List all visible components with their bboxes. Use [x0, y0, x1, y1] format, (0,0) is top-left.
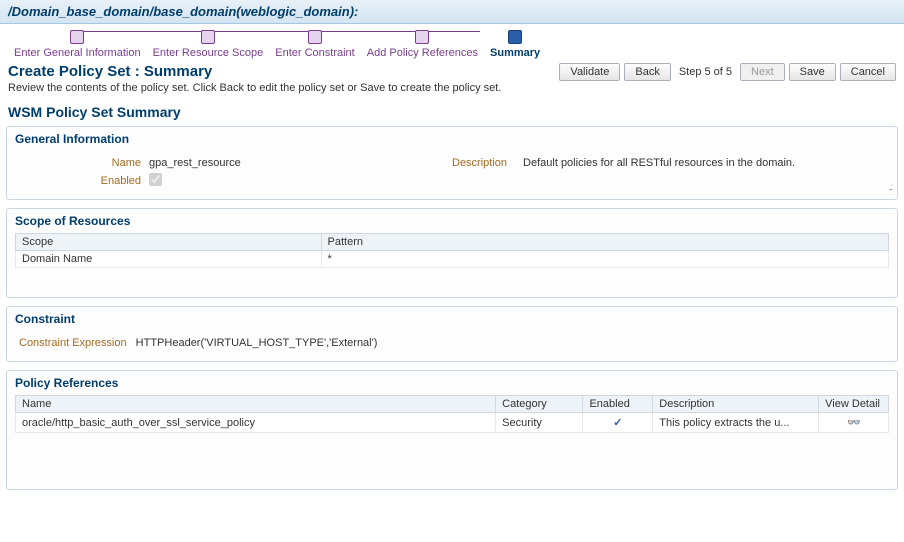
wizard-train: Enter General Information Enter Resource…	[0, 24, 904, 61]
table-row: Domain Name *	[16, 251, 889, 268]
policy-category-cell: Security	[496, 413, 583, 433]
policy-refs-heading: Policy References	[7, 371, 897, 395]
train-step-policy-refs[interactable]: Add Policy References	[361, 30, 484, 59]
constraint-value: HTTPHeader('VIRTUAL_HOST_TYPE','External…	[136, 337, 378, 349]
view-detail-icon[interactable]: 👓	[847, 416, 860, 429]
description-value: Default policies for all RESTful resourc…	[523, 157, 795, 169]
page-subtitle: Review the contents of the policy set. C…	[8, 82, 501, 94]
name-label: Name	[19, 157, 149, 169]
cancel-button[interactable]: Cancel	[840, 63, 896, 81]
train-step-general[interactable]: Enter General Information	[8, 30, 147, 59]
next-button: Next	[740, 63, 785, 81]
name-value: gpa_rest_resource	[149, 157, 452, 169]
general-info-heading: General Information	[7, 127, 897, 151]
scope-cell-scope: Domain Name	[16, 251, 322, 268]
table-row[interactable]: oracle/http_basic_auth_over_ssl_service_…	[16, 413, 889, 433]
policy-description-cell: This policy extracts the u...	[653, 413, 819, 433]
scope-heading: Scope of Resources	[7, 209, 897, 233]
train-step-constraint[interactable]: Enter Constraint	[269, 30, 360, 59]
summary-section-title: WSM Policy Set Summary	[0, 94, 904, 124]
train-step-scope[interactable]: Enter Resource Scope	[147, 30, 270, 59]
pol-col-enabled: Enabled	[583, 396, 653, 413]
check-icon: ✓	[613, 417, 622, 429]
scope-panel: Scope of Resources Scope Pattern Domain …	[6, 208, 898, 298]
scope-table: Scope Pattern Domain Name *	[15, 233, 889, 268]
action-bar: Validate Back Step 5 of 5 Next Save Canc…	[559, 63, 896, 81]
back-button[interactable]: Back	[624, 63, 670, 81]
pol-col-name: Name	[16, 396, 496, 413]
scope-col-pattern: Pattern	[321, 234, 888, 251]
breadcrumb-text: /Domain_base_domain/base_domain(weblogic…	[8, 4, 358, 19]
validate-button[interactable]: Validate	[559, 63, 620, 81]
policy-refs-table: Name Category Enabled Description View D…	[15, 395, 889, 433]
resize-handle-icon[interactable]: ..:	[889, 182, 891, 193]
policy-enabled-cell: ✓	[583, 413, 653, 433]
page-title: Create Policy Set : Summary	[8, 63, 501, 80]
general-info-panel: General Information Name gpa_rest_resour…	[6, 126, 898, 200]
scope-col-scope: Scope	[16, 234, 322, 251]
constraint-label: Constraint Expression	[19, 337, 127, 349]
scope-cell-pattern: *	[321, 251, 888, 268]
pol-col-view-detail: View Detail	[819, 396, 889, 413]
policy-name-cell: oracle/http_basic_auth_over_ssl_service_…	[16, 413, 496, 433]
policy-view-detail-cell[interactable]: 👓	[819, 413, 889, 433]
save-button[interactable]: Save	[789, 63, 836, 81]
enabled-label: Enabled	[19, 175, 149, 187]
constraint-panel: Constraint Constraint Expression HTTPHea…	[6, 306, 898, 362]
step-indicator: Step 5 of 5	[679, 66, 732, 78]
pol-col-category: Category	[496, 396, 583, 413]
breadcrumb-header: /Domain_base_domain/base_domain(weblogic…	[0, 0, 904, 24]
description-label: Description	[452, 157, 515, 169]
pol-col-description: Description	[653, 396, 819, 413]
enabled-checkbox	[149, 173, 162, 186]
train-step-summary[interactable]: Summary	[484, 30, 546, 59]
constraint-heading: Constraint	[7, 307, 897, 331]
policy-refs-panel: Policy References Name Category Enabled …	[6, 370, 898, 490]
